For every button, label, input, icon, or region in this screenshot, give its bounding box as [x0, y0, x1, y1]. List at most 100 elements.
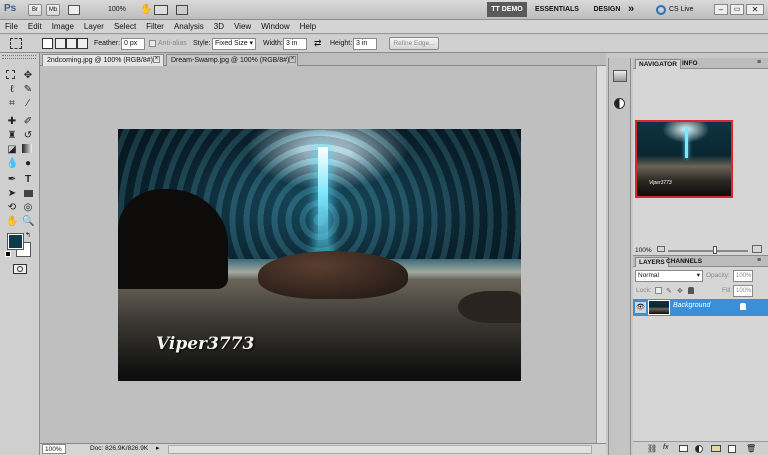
lasso-tool-icon[interactable]: ℓ [6, 84, 18, 96]
fill-field[interactable]: 100% [733, 285, 753, 297]
zoom-in-icon[interactable] [752, 245, 762, 253]
new-layer-icon[interactable] [728, 445, 736, 453]
horizontal-scrollbar[interactable] [168, 445, 592, 454]
tab-2ndcoming[interactable]: 2ndcoming.jpg @ 100% (RGB/8#) [42, 54, 164, 66]
menu-select[interactable]: Select [109, 20, 141, 34]
hand-tool-icon[interactable]: ✋ [140, 4, 152, 15]
menu-help[interactable]: Help [295, 20, 321, 34]
menu-file[interactable]: File [0, 20, 23, 34]
swap-colors-icon[interactable]: ↰ [25, 231, 31, 239]
add-selection-icon[interactable] [55, 38, 66, 49]
hand-tool-icon[interactable]: ✋ [6, 216, 18, 228]
more-workspaces-icon[interactable]: » [628, 2, 640, 17]
height-field[interactable]: 3 in [353, 38, 377, 50]
visibility-eye-icon[interactable]: 👁 [635, 302, 646, 313]
lock-pixels-icon[interactable]: ✎ [666, 287, 672, 295]
workspace-design[interactable]: DESIGN [588, 2, 626, 17]
opacity-field[interactable]: 100% [733, 270, 753, 282]
zoom-tool-icon[interactable]: 🔍 [22, 216, 34, 228]
status-menu-arrow-icon[interactable]: ▸ [156, 444, 160, 452]
history-brush-tool-icon[interactable]: ↺ [22, 130, 34, 142]
doc-size-info[interactable]: Doc: 826.9K/826.9K [90, 445, 148, 452]
histogram-panel-icon[interactable] [613, 70, 627, 82]
eraser-tool-icon[interactable]: ◪ [6, 144, 18, 156]
navigator-zoom-field[interactable]: 100% [635, 247, 652, 254]
navigator-thumbnail[interactable]: Viper3773 [635, 120, 733, 198]
document-image[interactable]: Viper3773 [118, 129, 521, 381]
vertical-scrollbar[interactable] [596, 66, 606, 443]
lock-position-icon[interactable]: ✥ [677, 287, 683, 295]
marquee-tool-icon[interactable] [6, 70, 15, 79]
layer-row-background[interactable]: 👁 Background [633, 299, 768, 316]
tab-navigator[interactable]: NAVIGATOR [635, 59, 681, 69]
default-colors-icon[interactable] [5, 251, 11, 257]
menu-layer[interactable]: Layer [79, 20, 109, 34]
close-tab-icon[interactable]: × [153, 56, 160, 63]
tab-dream-swamp[interactable]: Dream-Swamp.jpg @ 100% (RGB/8#) [166, 54, 298, 66]
history-panel-icon[interactable] [614, 98, 625, 109]
new-selection-icon[interactable] [42, 38, 53, 49]
layer-name[interactable]: Background [673, 302, 710, 309]
maximize-button[interactable]: ▭ [730, 4, 744, 15]
adjustment-layer-icon[interactable] [695, 445, 703, 453]
move-tool-icon[interactable]: ✥ [22, 70, 34, 82]
layer-style-icon[interactable]: fx [663, 444, 668, 451]
refine-edge-button[interactable]: Refine Edge... [389, 37, 439, 50]
bridge-button[interactable]: Br [28, 4, 42, 16]
minimize-button[interactable]: – [714, 4, 728, 15]
panel-menu-icon[interactable]: ≡ [757, 257, 761, 264]
feather-field[interactable]: 0 px [121, 38, 145, 50]
cs-live-button[interactable]: CS Live [669, 3, 703, 17]
mini-bridge-button[interactable]: Mb [46, 4, 60, 16]
new-group-icon[interactable] [711, 445, 721, 452]
swap-dimensions-icon[interactable]: ⇄ [314, 38, 322, 49]
menu-image[interactable]: Image [47, 20, 79, 34]
subtract-selection-icon[interactable] [66, 38, 77, 49]
workspace-essentials[interactable]: ESSENTIALS [532, 2, 582, 17]
delete-layer-icon[interactable]: 🗑 [746, 444, 756, 453]
rectangle-tool-icon[interactable] [22, 188, 34, 200]
menu-filter[interactable]: Filter [141, 20, 169, 34]
navigator-zoom-slider[interactable] [668, 250, 748, 252]
lock-all-icon[interactable] [688, 287, 694, 294]
3d-rotate-tool-icon[interactable]: ⟲ [6, 202, 18, 214]
clone-stamp-tool-icon[interactable]: ♜ [6, 130, 18, 142]
crop-tool-icon[interactable]: ⌗ [6, 98, 18, 110]
workspace-tt-demo[interactable]: TT DEMO [487, 2, 527, 17]
healing-brush-tool-icon[interactable]: ✚ [6, 116, 18, 128]
canvas-area[interactable]: Viper3773 [40, 66, 606, 443]
gradient-tool-icon[interactable] [22, 144, 32, 153]
foreground-color-swatch[interactable] [7, 233, 24, 250]
quick-mask-icon[interactable] [13, 264, 27, 274]
dodge-tool-icon[interactable]: ● [22, 158, 34, 170]
menu-window[interactable]: Window [256, 20, 294, 34]
antialias-checkbox[interactable] [149, 40, 156, 47]
zoom-level-dropdown[interactable]: 100% [108, 5, 134, 15]
close-button[interactable]: ✕ [746, 4, 764, 15]
quick-selection-tool-icon[interactable]: ✎ [22, 84, 34, 96]
pen-tool-icon[interactable]: ✒ [6, 174, 18, 186]
view-extras-icon[interactable] [68, 5, 80, 15]
panel-menu-icon[interactable]: ≡ [757, 59, 761, 66]
tab-channels[interactable]: CHANNELS [663, 257, 705, 267]
eyedropper-tool-icon[interactable]: ⁄ [22, 98, 34, 110]
screen-mode-icon[interactable] [176, 5, 188, 15]
menu-edit[interactable]: Edit [23, 20, 47, 34]
tab-info[interactable]: INFO [679, 59, 701, 69]
navigator-zoom-slider-handle[interactable] [713, 246, 717, 254]
lock-transparency-icon[interactable] [655, 287, 662, 294]
width-field[interactable]: 3 in [283, 38, 307, 50]
menu-view[interactable]: View [229, 20, 256, 34]
tools-grip[interactable] [2, 55, 36, 59]
type-tool-icon[interactable]: T [22, 174, 34, 186]
arrange-documents-icon[interactable] [154, 5, 168, 15]
zoom-out-icon[interactable] [657, 246, 665, 252]
status-zoom-field[interactable]: 100% [42, 444, 66, 454]
path-selection-tool-icon[interactable]: ➤ [6, 188, 18, 200]
add-mask-icon[interactable] [679, 445, 688, 452]
style-select[interactable]: Fixed Size ▾ [212, 38, 256, 50]
3d-orbit-tool-icon[interactable]: ◎ [22, 202, 34, 214]
marquee-tool-preset-icon[interactable] [10, 38, 22, 49]
blend-mode-select[interactable]: Normal ▾ [635, 270, 703, 282]
brush-tool-icon[interactable]: ✐ [22, 116, 34, 128]
